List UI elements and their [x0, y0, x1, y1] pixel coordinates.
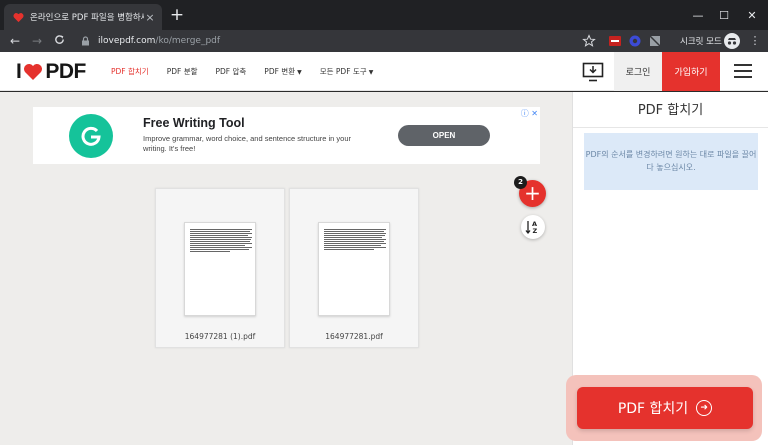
logo-i: I — [16, 60, 22, 83]
logo-pdf: PDF — [45, 60, 86, 83]
file-thumbnail — [318, 222, 390, 316]
menu-all-tools-label: 모든 PDF 도구 — [319, 67, 367, 76]
file-workspace: Free Writing Tool Improve grammar, word … — [0, 92, 572, 445]
sort-az-icon: AZ — [525, 220, 538, 235]
ilovepdf-logo[interactable]: I PDF — [16, 60, 86, 84]
grammarly-logo-icon — [69, 114, 113, 158]
extension-globe-icon[interactable] — [628, 34, 642, 48]
ad-title: Free Writing Tool — [143, 116, 245, 130]
ad-info-icon[interactable]: ⓘ ✕ — [521, 108, 538, 119]
ad-open-button[interactable]: OPEN — [398, 125, 490, 146]
incognito-label: 시크릿 모드 — [680, 37, 722, 47]
reload-icon — [54, 35, 64, 44]
new-tab-button[interactable]: + — [168, 6, 186, 24]
incognito-icon[interactable] — [724, 33, 740, 49]
sidebar-divider — [573, 127, 768, 128]
tab-close-icon[interactable]: × — [144, 11, 156, 24]
ilovepdf-favicon-icon — [12, 11, 24, 23]
window-minimize-button[interactable]: — — [684, 0, 712, 30]
file-name: 164977281 (1).pdf — [184, 332, 256, 341]
url-path: /ko/merge_pdf — [155, 36, 221, 46]
browser-tab[interactable]: 온라인으로 PDF 파일을 병합하세 × — [4, 4, 162, 30]
tab-title: 온라인으로 PDF 파일을 병합하세 — [30, 13, 144, 23]
address-bar[interactable]: ilovepdf.com/ko/merge_pdf — [74, 32, 604, 50]
svg-text:Z: Z — [533, 227, 538, 235]
desktop-app-button[interactable] — [575, 52, 611, 91]
login-button[interactable]: 로그인 — [614, 52, 662, 91]
hamburger-menu-icon[interactable] — [734, 64, 752, 78]
menu-compress-pdf[interactable]: PDF 압축 — [216, 66, 247, 77]
url-text: ilovepdf.com/ko/merge_pdf — [98, 36, 220, 46]
merge-pdf-button-label: PDF 합치기 — [617, 401, 689, 417]
reload-button[interactable] — [50, 32, 68, 50]
window-maximize-button[interactable]: ☐ — [710, 0, 738, 30]
lock-icon — [78, 34, 92, 48]
file-name: 164977281.pdf — [325, 332, 383, 341]
menu-split-pdf[interactable]: PDF 분할 — [167, 66, 198, 77]
sidebar-title: PDF 합치기 — [637, 103, 704, 118]
browser-menu-icon[interactable]: ⋮ — [746, 32, 764, 50]
heart-logo-icon — [24, 64, 43, 80]
file-count-badge: 2 — [514, 176, 527, 189]
url-host: ilovepdf.com — [98, 36, 156, 46]
menu-merge-pdf[interactable]: PDF 합치기 — [111, 66, 149, 77]
ad-description: Improve grammar, word choice, and senten… — [143, 134, 352, 153]
file-card[interactable]: 164977281.pdf — [289, 188, 419, 348]
merge-sidebar: PDF 합치기 PDF의 순서를 변경하려면 원하는 대로 파일을 끌어다 놓으… — [566, 92, 768, 445]
caret-down-icon: ▼ — [368, 69, 374, 76]
forward-button[interactable]: → — [28, 32, 46, 50]
file-thumbnail — [184, 222, 256, 316]
menu-convert-pdf[interactable]: PDF 변환 ▼ — [264, 66, 301, 77]
main-menu: PDF 합치기 PDF 분할 PDF 압축 PDF 변환 ▼ 모든 PDF 도구 ▼ — [111, 66, 373, 77]
extension-gray-icon[interactable] — [648, 34, 662, 48]
browser-tabstrip: 온라인으로 PDF 파일을 병합하세 × + — ☐ ✕ — [0, 0, 768, 30]
desktop-download-icon — [582, 62, 604, 81]
extension-red-icon[interactable] — [608, 34, 622, 48]
merge-pdf-button[interactable]: PDF 합치기 ➜ — [577, 387, 753, 429]
file-card[interactable]: 164977281 (1).pdf — [155, 188, 285, 348]
signup-button[interactable]: 가입하기 — [662, 52, 720, 91]
sort-az-button[interactable]: AZ — [521, 215, 545, 239]
bookmark-star-icon[interactable] — [582, 34, 596, 48]
reorder-info-box: PDF의 순서를 변경하려면 원하는 대로 파일을 끌어다 놓으십시오. — [584, 133, 758, 190]
menu-all-tools[interactable]: 모든 PDF 도구 ▼ — [320, 66, 374, 77]
window-close-button[interactable]: ✕ — [738, 0, 766, 30]
menu-convert-label: PDF 변환 — [264, 67, 296, 76]
back-button[interactable]: ← — [6, 32, 24, 50]
browser-toolbar: ← → ilovepdf.com/ko/merge_pdf 시크릿 모드 ⋮ — [0, 30, 768, 52]
arrow-right-circle-icon: ➜ — [696, 400, 713, 416]
ad-banner[interactable]: Free Writing Tool Improve grammar, word … — [33, 107, 540, 164]
caret-down-icon: ▼ — [297, 69, 302, 76]
